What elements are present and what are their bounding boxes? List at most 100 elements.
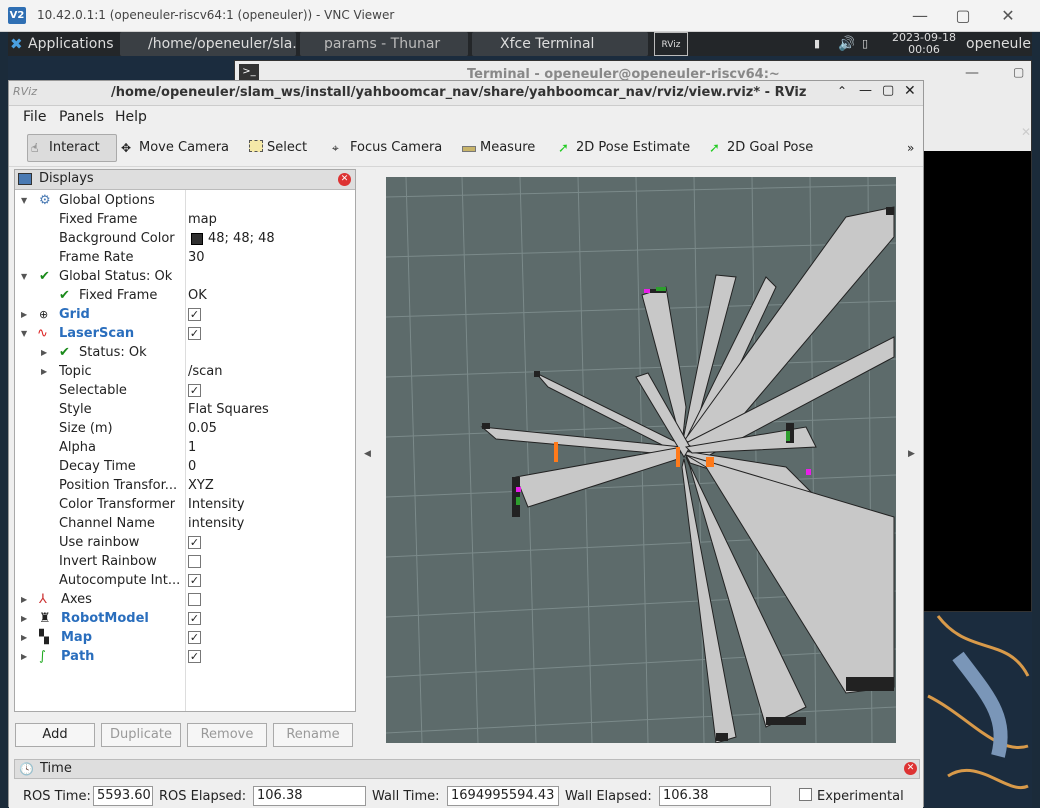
robotmodel-checkbox[interactable]: ✓	[188, 612, 201, 625]
taskbar-thunar[interactable]: params - Thunar	[300, 32, 468, 56]
tool-2d-pose-estimate[interactable]: ➚ 2D Pose Estimate	[558, 138, 690, 160]
vnc-logo-icon: V2	[8, 7, 26, 24]
row-value[interactable]: Intensity	[188, 495, 245, 514]
experimental-checkbox[interactable]	[799, 788, 812, 801]
wall-time-field[interactable]: 1694995594.43	[447, 786, 559, 806]
use-rainbow-checkbox[interactable]: ✓	[188, 536, 201, 549]
row-color-transformer[interactable]: Color Transformer Intensity	[15, 495, 355, 514]
collapse-left-icon[interactable]: ◀	[364, 449, 371, 459]
rviz-close-button[interactable]: ✕	[904, 83, 916, 99]
row-alpha[interactable]: Alpha 1	[15, 438, 355, 457]
row-autocompute-intensity[interactable]: Autocompute Int... ✓	[15, 571, 355, 590]
row-channel-name[interactable]: Channel Name intensity	[15, 514, 355, 533]
row-size[interactable]: Size (m) 0.05	[15, 419, 355, 438]
render-view[interactable]	[385, 176, 897, 744]
displays-close-button[interactable]: ✕	[338, 173, 351, 186]
tool-focus-camera[interactable]: ⌖ Focus Camera	[332, 138, 442, 160]
row-value[interactable]: 30	[188, 248, 205, 267]
row-label: Style	[59, 402, 92, 417]
row-value[interactable]: intensity	[188, 514, 244, 533]
row-value[interactable]: Flat Squares	[188, 400, 269, 419]
row-frame-rate[interactable]: Frame Rate 30	[15, 248, 355, 267]
row-value[interactable]: map	[188, 210, 217, 229]
row-label: Map	[61, 630, 93, 645]
menu-panels[interactable]: Panels	[59, 109, 104, 125]
ruler-icon	[462, 146, 476, 152]
time-close-button[interactable]: ✕	[904, 762, 917, 775]
invert-rainbow-checkbox[interactable]	[188, 555, 201, 568]
terminal-minimize-button[interactable]: —	[965, 65, 979, 81]
map-checkbox[interactable]: ✓	[188, 631, 201, 644]
vnc-minimize-button[interactable]: —	[905, 5, 935, 27]
clock[interactable]: 2023-09-18 00:06	[888, 32, 960, 56]
row-value: OK	[188, 288, 207, 303]
row-use-rainbow[interactable]: Use rainbow ✓	[15, 533, 355, 552]
battery-icon[interactable]: ▯	[862, 32, 874, 56]
duplicate-button[interactable]: Duplicate	[101, 723, 181, 747]
tool-measure[interactable]: Measure	[462, 138, 535, 160]
row-global-status[interactable]: ▼ ✔ Global Status: Ok	[15, 267, 355, 286]
laserscan-checkbox[interactable]: ✓	[188, 327, 201, 340]
network-icon[interactable]: ▮	[814, 32, 828, 56]
row-laserscan[interactable]: ▼ ∿ LaserScan ✓	[15, 324, 355, 343]
add-button[interactable]: Add	[15, 723, 95, 747]
row-topic[interactable]: ▶ Topic/scan	[15, 362, 355, 381]
row-value[interactable]: /scan	[188, 362, 223, 381]
rename-button[interactable]: Rename	[273, 723, 353, 747]
row-position-transformer[interactable]: Position Transfor... XYZ	[15, 476, 355, 495]
volume-icon[interactable]: 🔊	[838, 32, 854, 56]
row-value[interactable]: XYZ	[188, 476, 214, 495]
rviz-tray-icon[interactable]: RViz	[654, 32, 688, 56]
rviz-minimize-button[interactable]: —	[859, 83, 872, 98]
row-background-color[interactable]: Background Color 48; 48; 48	[15, 229, 355, 248]
remove-button[interactable]: Remove	[187, 723, 267, 747]
wall-elapsed-field[interactable]: 106.38	[659, 786, 771, 806]
row-decay-time[interactable]: Decay Time 0	[15, 457, 355, 476]
row-robotmodel[interactable]: ▶ ♜ RobotModel ✓	[15, 609, 355, 628]
row-laserscan-status[interactable]: ▶ ✔ Status: Ok	[15, 343, 355, 362]
taskbar-terminal[interactable]: Xfce Terminal	[472, 32, 648, 56]
row-fixed-frame[interactable]: Fixed Frame map	[15, 210, 355, 229]
row-global-options[interactable]: ▼ ⚙ Global Options	[15, 191, 355, 210]
vnc-maximize-button[interactable]: ▢	[948, 5, 978, 27]
row-value[interactable]: 48; 48; 48	[208, 229, 275, 248]
row-map[interactable]: ▶ ▚ Map ✓	[15, 628, 355, 647]
applications-menu[interactable]: Applications	[28, 32, 118, 56]
menu-file[interactable]: File	[23, 109, 46, 125]
terminal-maximize-button[interactable]: ▢	[1013, 65, 1024, 79]
row-value[interactable]: 0	[188, 457, 196, 476]
rviz-maximize-button[interactable]: ▢	[882, 83, 894, 98]
terminal-close-tab-icon[interactable]: ✕	[1021, 125, 1031, 139]
menu-help[interactable]: Help	[115, 109, 147, 125]
tool-move-camera[interactable]: ✥ Move Camera	[121, 138, 229, 160]
grid-checkbox[interactable]: ✓	[188, 308, 201, 321]
tool-2d-goal-pose[interactable]: ➚ 2D Goal Pose	[709, 138, 813, 160]
selectable-checkbox[interactable]: ✓	[188, 384, 201, 397]
row-selectable[interactable]: Selectable ✓	[15, 381, 355, 400]
row-axes[interactable]: ▶ ⅄ Axes	[15, 590, 355, 609]
row-invert-rainbow[interactable]: Invert Rainbow	[15, 552, 355, 571]
path-icon: ∫	[39, 649, 46, 664]
axes-checkbox[interactable]	[188, 593, 201, 606]
collapse-right-icon[interactable]: ▶	[908, 449, 915, 459]
row-style[interactable]: Style Flat Squares	[15, 400, 355, 419]
clock-icon: 🕓	[19, 762, 34, 776]
rviz-shade-button[interactable]: ⌃	[837, 84, 847, 98]
user-menu[interactable]: openeuler	[966, 32, 1032, 56]
axes-icon: ⅄	[39, 592, 47, 607]
row-value[interactable]: 1	[188, 438, 196, 457]
ros-elapsed-field[interactable]: 106.38	[253, 786, 366, 806]
row-grid[interactable]: ▶ ⊕ Grid ✓	[15, 305, 355, 324]
ros-time-field[interactable]: 5593.60	[93, 786, 153, 806]
toolbar-overflow-button[interactable]: »	[907, 138, 914, 160]
tool-interact[interactable]: ☝ Interact	[31, 138, 100, 160]
vnc-close-button[interactable]: ✕	[993, 5, 1023, 27]
row-status-fixed-frame[interactable]: ✔ Fixed Frame OK	[15, 286, 355, 305]
autocompute-checkbox[interactable]: ✓	[188, 574, 201, 587]
taskbar-rviz[interactable]: /home/openeuler/sla...	[120, 32, 296, 56]
path-checkbox[interactable]: ✓	[188, 650, 201, 663]
tool-select[interactable]: Select	[249, 138, 307, 160]
row-value[interactable]: 0.05	[188, 419, 217, 438]
color-swatch[interactable]	[191, 233, 203, 245]
row-path[interactable]: ▶ ∫ Path ✓	[15, 647, 355, 666]
